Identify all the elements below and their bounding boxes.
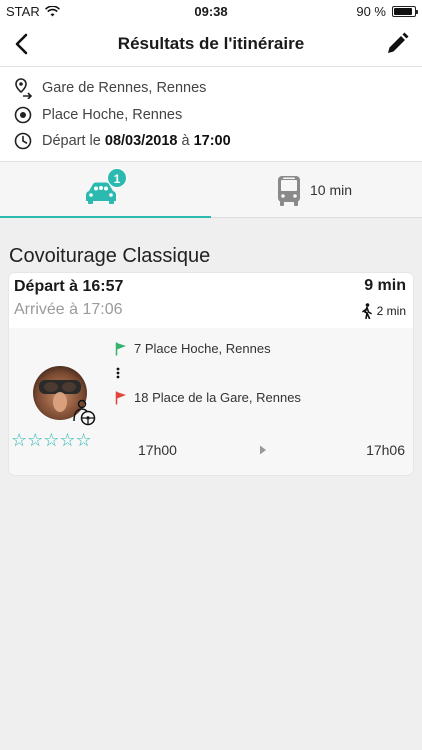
nav-bar: Résultats de l'itinéraire xyxy=(0,22,422,66)
mode-tabs: 1 10 min xyxy=(0,162,422,218)
route-summary[interactable]: Gare de Rennes, Rennes Place Hoche, Renn… xyxy=(0,66,422,162)
result-card-header: Départ à 16:57 Arrivée à 17:06 9 min 2 m… xyxy=(9,273,413,328)
departure-row: Départ le 08/03/2018 à 17:00 xyxy=(14,130,231,152)
dropoff-stop: 18 Place de la Gare, Rennes xyxy=(115,390,301,405)
arrival-line: Arrivée à 17:06 xyxy=(14,301,123,318)
battery-group: 90 % xyxy=(356,4,418,19)
battery-percent: 90 % xyxy=(356,4,386,19)
result-duration: 9 min xyxy=(364,277,406,294)
bus-duration: 10 min xyxy=(310,182,353,198)
origin-row: Gare de Rennes, Rennes xyxy=(14,77,206,99)
walking-person-icon xyxy=(361,303,372,319)
red-flag-icon xyxy=(115,391,126,404)
vertical-dots-icon xyxy=(116,367,120,379)
walk-duration: 2 min xyxy=(376,304,406,318)
destination-text: Place Hoche, Rennes xyxy=(42,107,183,123)
pencil-icon[interactable] xyxy=(384,31,410,57)
dropoff-address: 18 Place de la Gare, Rennes xyxy=(134,390,301,405)
departure-line: Départ à 16:57 xyxy=(14,278,124,295)
tab-bus[interactable]: 10 min xyxy=(211,162,422,217)
result-departure-time: 16:57 xyxy=(82,278,124,295)
departure-time: 17:00 xyxy=(193,133,231,149)
green-flag-icon xyxy=(115,342,126,355)
ride-end-time: 17h06 xyxy=(366,442,405,458)
battery-icon xyxy=(392,6,418,17)
ride-start-time: 17h00 xyxy=(138,442,177,458)
clock-icon xyxy=(14,132,32,150)
departure-date: 08/03/2018 xyxy=(104,133,178,149)
origin-text: Gare de Rennes, Rennes xyxy=(42,80,207,96)
carpool-count-badge: 1 xyxy=(107,168,127,188)
pickup-stop: 7 Place Hoche, Rennes xyxy=(115,341,271,356)
departure-text: Départ le 08/03/2018 à 17:00 xyxy=(42,133,231,149)
status-bar: STAR 09:38 90 % xyxy=(0,0,422,22)
tab-carpool[interactable]: 1 xyxy=(0,162,211,218)
play-arrow-icon xyxy=(260,445,266,455)
bus-icon xyxy=(278,176,300,206)
destination-target-icon xyxy=(14,106,32,124)
walk-info: 2 min xyxy=(361,303,406,319)
route-origin-icon xyxy=(15,78,33,99)
result-card[interactable]: Départ à 16:57 Arrivée à 17:06 9 min 2 m… xyxy=(9,273,413,475)
result-arrival-time: 17:06 xyxy=(82,301,123,318)
active-tab-indicator xyxy=(0,216,211,218)
pickup-address: 7 Place Hoche, Rennes xyxy=(134,341,271,356)
driver-rating: ☆☆☆☆☆ xyxy=(11,430,92,450)
section-title: Covoiturage Classique xyxy=(9,245,211,267)
destination-row: Place Hoche, Rennes xyxy=(14,104,182,126)
driver-wheel-icon xyxy=(73,399,96,426)
page-title: Résultats de l'itinéraire xyxy=(117,34,305,53)
